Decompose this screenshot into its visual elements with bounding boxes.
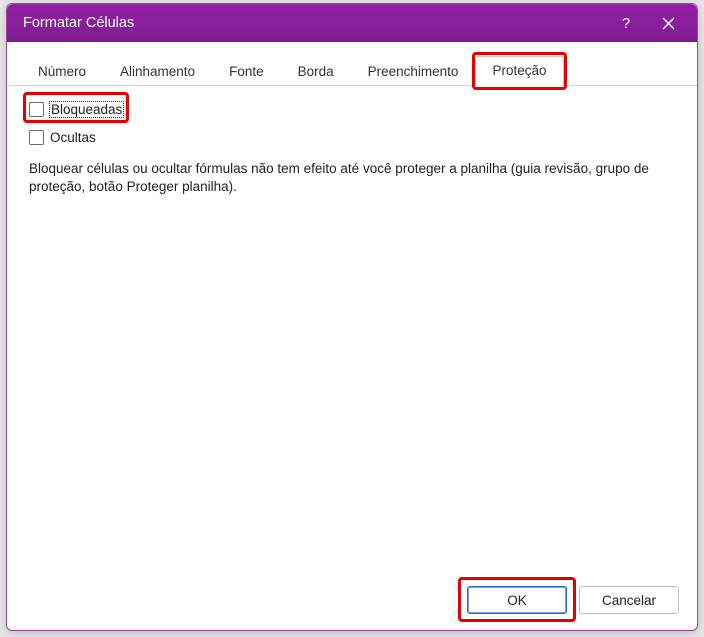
tab-strip: Número Alinhamento Fonte Borda Preenchim…	[7, 42, 697, 86]
protection-info-text: Bloquear células ou ocultar fórmulas não…	[29, 160, 669, 196]
format-cells-dialog: Formatar Células ? Número Alinhamento Fo…	[6, 3, 698, 631]
button-bar: OK Cancelar	[7, 576, 697, 630]
bloqueadas-row: Bloqueadas	[29, 98, 123, 120]
bloqueadas-checkbox[interactable]	[29, 102, 44, 117]
tab-protecao-label: Proteção	[492, 63, 546, 78]
ocultas-label[interactable]: Ocultas	[50, 130, 96, 145]
bloqueadas-label[interactable]: Bloqueadas	[50, 102, 123, 117]
help-button[interactable]: ?	[605, 8, 647, 38]
help-icon: ?	[622, 15, 630, 32]
titlebar: Formatar Células ?	[7, 4, 697, 42]
ok-button[interactable]: OK	[467, 586, 567, 614]
close-icon	[662, 17, 675, 30]
tab-content-protection: Bloqueadas Ocultas Bloquear células ou o…	[7, 86, 697, 576]
tab-borda[interactable]: Borda	[281, 57, 351, 86]
ocultas-checkbox[interactable]	[29, 130, 44, 145]
tab-preenchimento[interactable]: Preenchimento	[351, 57, 476, 86]
close-button[interactable]	[647, 8, 689, 38]
dialog-title: Formatar Células	[23, 15, 605, 31]
tab-protecao[interactable]: Proteção	[475, 56, 563, 86]
ocultas-row: Ocultas	[29, 126, 675, 148]
cancel-button[interactable]: Cancelar	[579, 586, 679, 614]
tab-alinhamento[interactable]: Alinhamento	[103, 57, 212, 86]
tab-numero[interactable]: Número	[21, 57, 103, 86]
tab-fonte[interactable]: Fonte	[212, 57, 281, 86]
